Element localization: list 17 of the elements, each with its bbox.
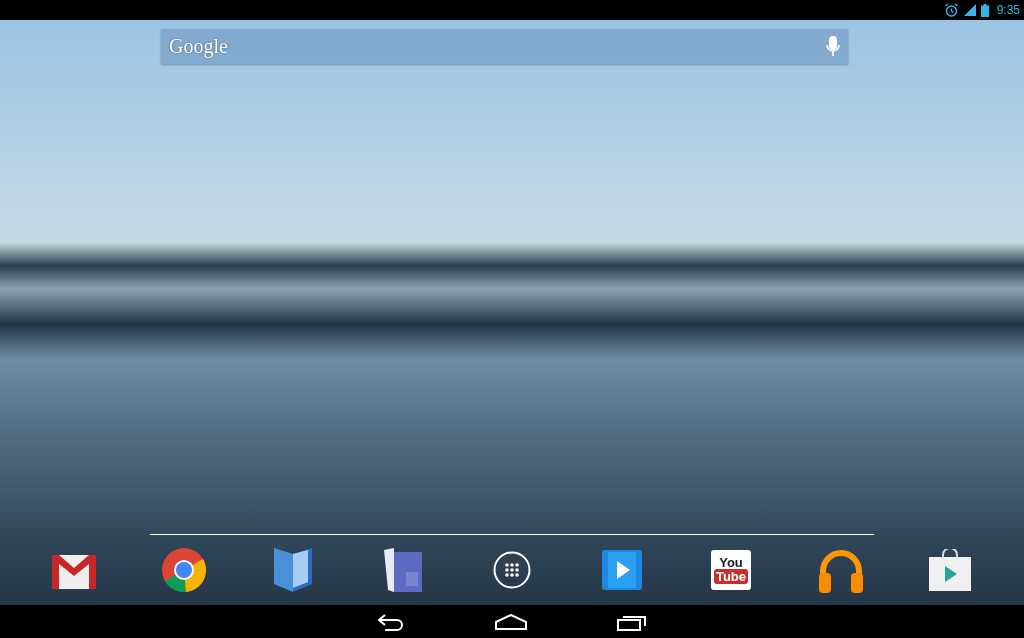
home-icon[interactable] — [495, 613, 527, 630]
app-icon-text: You — [719, 556, 743, 569]
battery-icon — [980, 3, 989, 17]
video-play-icon[interactable] — [601, 550, 642, 590]
back-icon[interactable] — [377, 612, 405, 631]
magazine-icon[interactable] — [383, 548, 422, 592]
app-grid-icon[interactable] — [493, 551, 531, 589]
signal-icon — [963, 4, 976, 16]
shopping-bag-icon[interactable] — [929, 549, 971, 591]
video-app-icon[interactable]: You Tube — [711, 550, 751, 590]
search-logo: Google — [169, 35, 228, 58]
book-icon[interactable] — [272, 548, 314, 592]
browser-icon[interactable] — [161, 548, 206, 592]
alarm-icon — [943, 3, 959, 17]
headphones-icon[interactable] — [816, 547, 865, 593]
app-icon-text: Tube — [713, 569, 749, 584]
clock-time: 9:35 — [996, 3, 1020, 17]
